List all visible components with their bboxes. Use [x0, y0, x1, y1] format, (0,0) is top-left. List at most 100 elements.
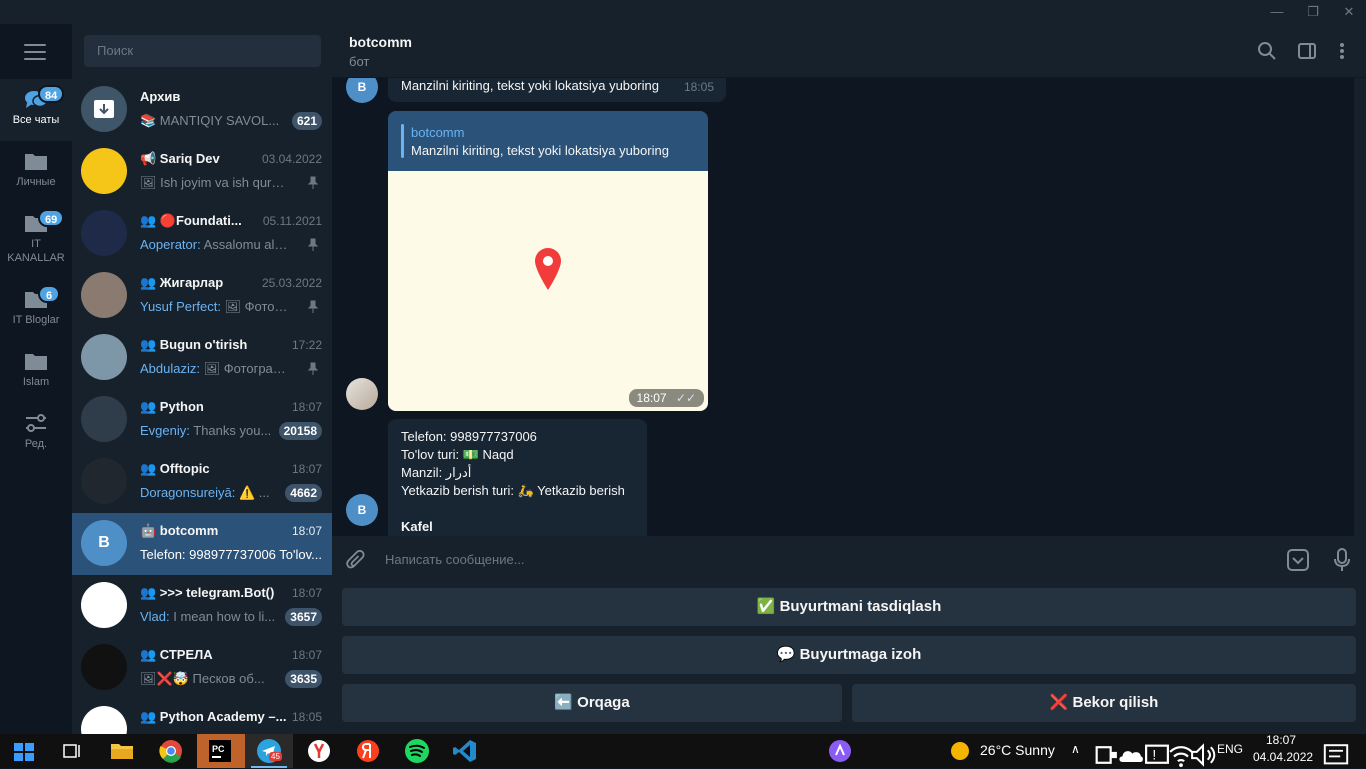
chat-avatar — [81, 334, 127, 380]
user-avatar[interactable] — [346, 378, 378, 410]
location-message[interactable]: botcomm Manzilni kiriting, tekst yoki lo… — [388, 111, 708, 411]
message-time: 18:05 — [683, 80, 714, 94]
reply-bar — [401, 124, 404, 158]
vscode-icon[interactable] — [451, 737, 479, 765]
chat-list: Поиск Архив 📚 MANTIQIY SAVOL... 621 📢 Sariq… — [72, 24, 332, 734]
maximize-button[interactable]: ❐ — [1298, 3, 1328, 21]
clock-time[interactable]: 18:07 — [1266, 733, 1296, 747]
alice-icon[interactable] — [826, 737, 854, 765]
preview-author: Aoperator: — [140, 237, 204, 252]
confirm-order-button[interactable]: ✅ Buyurtmani tasdiqlash — [342, 588, 1356, 626]
menu-icon[interactable] — [24, 44, 46, 60]
chat-item[interactable]: 👥 Python 18:07 Evgeniy: Thanks you... 20158 — [72, 389, 332, 451]
folder-label: Все чаты — [12, 114, 60, 126]
preview-text: Thanks you... — [193, 423, 272, 438]
chrome-icon[interactable] — [157, 737, 185, 765]
preview-text: ⚠️ ... — [239, 485, 270, 500]
weather-text[interactable]: 26°C Sunny — [980, 742, 1055, 758]
folder-label: IT Bloglar — [12, 314, 60, 326]
cancel-button[interactable]: ❌ Bekor qilish — [852, 684, 1356, 722]
unread-badge: 3635 — [285, 670, 322, 688]
chat-avatar — [81, 396, 127, 442]
folder-it-bloglar[interactable]: IT Bloglar 6 — [0, 279, 72, 341]
telegram-taskbar-item[interactable]: 45 — [245, 734, 293, 768]
chat-avatar — [81, 210, 127, 256]
location-map[interactable]: 18:07 ✓✓ — [388, 171, 708, 411]
back-button[interactable]: ⬅️ Orqaga — [342, 684, 842, 722]
spotify-icon[interactable] — [403, 737, 431, 765]
close-button[interactable]: ✕ — [1334, 3, 1364, 21]
attach-icon[interactable] — [346, 550, 366, 572]
chat-item[interactable]: 👥 🔴Foundati... 05.11.2021 Aoperator: Assal… — [72, 203, 332, 265]
search-input[interactable]: Поиск — [84, 35, 321, 67]
preview-text: 🖼 Фотограф... — [203, 361, 290, 376]
bot-keyboard-icon[interactable] — [1287, 549, 1309, 571]
scrollbar[interactable] — [1354, 78, 1366, 536]
notifications-icon[interactable] — [1322, 741, 1350, 769]
chat-item[interactable]: 👥 Жигарлар 25.03.2022 Yusuf Perfect: 🖼 Фот… — [72, 265, 332, 327]
sidebar-toggle-icon[interactable] — [1297, 41, 1317, 61]
device-icon[interactable] — [1092, 741, 1120, 769]
file-explorer-icon[interactable] — [108, 737, 136, 765]
chat-item[interactable]: 📢 Sariq Dev 03.04.2022 🖼 Ish joyim va ish … — [72, 141, 332, 203]
folder-personal[interactable]: Личные — [0, 141, 72, 203]
chat-item[interactable]: 👥 Offtopic 18:07 Doragonsureiyā: ⚠️ ... 466… — [72, 451, 332, 513]
language-indicator[interactable]: ENG — [1217, 742, 1243, 756]
yandex-icon[interactable] — [354, 737, 382, 765]
chat-preview: Evgeniy: Thanks you... — [140, 423, 290, 438]
chat-item[interactable]: Архив 📚 MANTIQIY SAVOL... 621 — [72, 79, 332, 141]
pin-icon — [307, 238, 319, 251]
folder-islam[interactable]: Islam — [0, 341, 72, 403]
message-time-badge: 18:07 ✓✓ — [628, 389, 704, 407]
chat-title: botcomm — [349, 34, 412, 50]
conversation-pane: botcomm бот B Manzilni kiriting, tekst y… — [332, 24, 1366, 734]
order-line: Manzil: أدرار — [401, 465, 472, 480]
message-history[interactable]: B Manzilni kiriting, tekst yoki lokatsiy… — [332, 78, 1354, 536]
preview-author: Doragonsureiyā: — [140, 485, 239, 500]
folder-it-kanallar[interactable]: IT KANALLAR 69 — [0, 203, 72, 279]
folder-edit[interactable]: Ред. — [0, 403, 72, 465]
volume-icon[interactable] — [1189, 741, 1217, 769]
chat-preview: 🖼 Ish joyim va ish qurol... — [140, 175, 290, 191]
folder-badge: 84 — [38, 85, 65, 103]
unread-badge: 621 — [291, 112, 322, 130]
sender-avatar[interactable]: B — [346, 494, 378, 526]
order-comment-button[interactable]: 💬 Buyurtmaga izoh — [342, 636, 1356, 674]
pycharm-taskbar-item[interactable]: PC — [197, 734, 245, 768]
message-bubble[interactable]: Manzilni kiriting, tekst yoki lokatsiya … — [388, 78, 726, 102]
folder-all-chats[interactable]: Все чаты 84 — [0, 79, 72, 141]
microphone-icon[interactable] — [1334, 548, 1350, 572]
svg-text:!: ! — [1152, 747, 1156, 763]
task-view-icon[interactable] — [57, 737, 85, 765]
preview-author: Yusuf Perfect: — [140, 299, 225, 314]
search-icon[interactable] — [1257, 41, 1277, 61]
sender-avatar[interactable]: B — [346, 78, 378, 103]
pin-icon — [307, 362, 319, 375]
chevron-up-icon[interactable]: ∧ — [1071, 742, 1080, 756]
preview-text: Telefon: 998977737006 To'lov... — [140, 547, 322, 562]
archive-icon — [81, 86, 127, 132]
chat-item[interactable]: 👥 СТРЕЛА 18:07 🖼❌🤯 Песков об... 3635 — [72, 637, 332, 699]
chat-time: 05.11.2021 — [262, 214, 322, 228]
order-line: Telefon: 998977737006 — [401, 429, 537, 444]
more-menu-icon[interactable] — [1332, 41, 1352, 61]
order-line-bold: Kafel — [401, 519, 433, 534]
chat-name: 👥 >>> telegram.Bot() — [140, 585, 275, 600]
preview-author: Vlad: — [140, 609, 174, 624]
reply-text: Manzilni kiriting, tekst yoki lokatsiya … — [411, 143, 669, 158]
chat-item[interactable]: B 🤖 botcomm 18:07 Telefon: 998977737006 To'… — [72, 513, 332, 575]
order-message[interactable]: Telefon: 998977737006 To'lov turi: 💵 Naq… — [388, 419, 647, 536]
chat-item[interactable]: 👥 Python Academy –... 18:05 — [72, 699, 332, 734]
folder-label: Islam — [22, 376, 50, 388]
chat-name: 👥 Offtopic — [140, 461, 210, 476]
chat-preview: 🖼❌🤯 Песков об... — [140, 671, 290, 687]
chat-header[interactable]: botcomm бот — [332, 24, 1366, 78]
clock-date[interactable]: 04.04.2022 — [1253, 750, 1313, 764]
onedrive-icon[interactable] — [1117, 741, 1145, 769]
minimize-button[interactable]: — — [1262, 3, 1292, 21]
start-icon[interactable] — [10, 737, 38, 765]
message-input[interactable]: Написать сообщение... — [385, 552, 525, 567]
yandex-browser-icon[interactable] — [305, 737, 333, 765]
chat-item[interactable]: 👥 Bugun o'tirish 17:22 Abdulaziz: 🖼 Фотогр… — [72, 327, 332, 389]
chat-item[interactable]: 👥 >>> telegram.Bot() 18:07 Vlad: I mean ho… — [72, 575, 332, 637]
